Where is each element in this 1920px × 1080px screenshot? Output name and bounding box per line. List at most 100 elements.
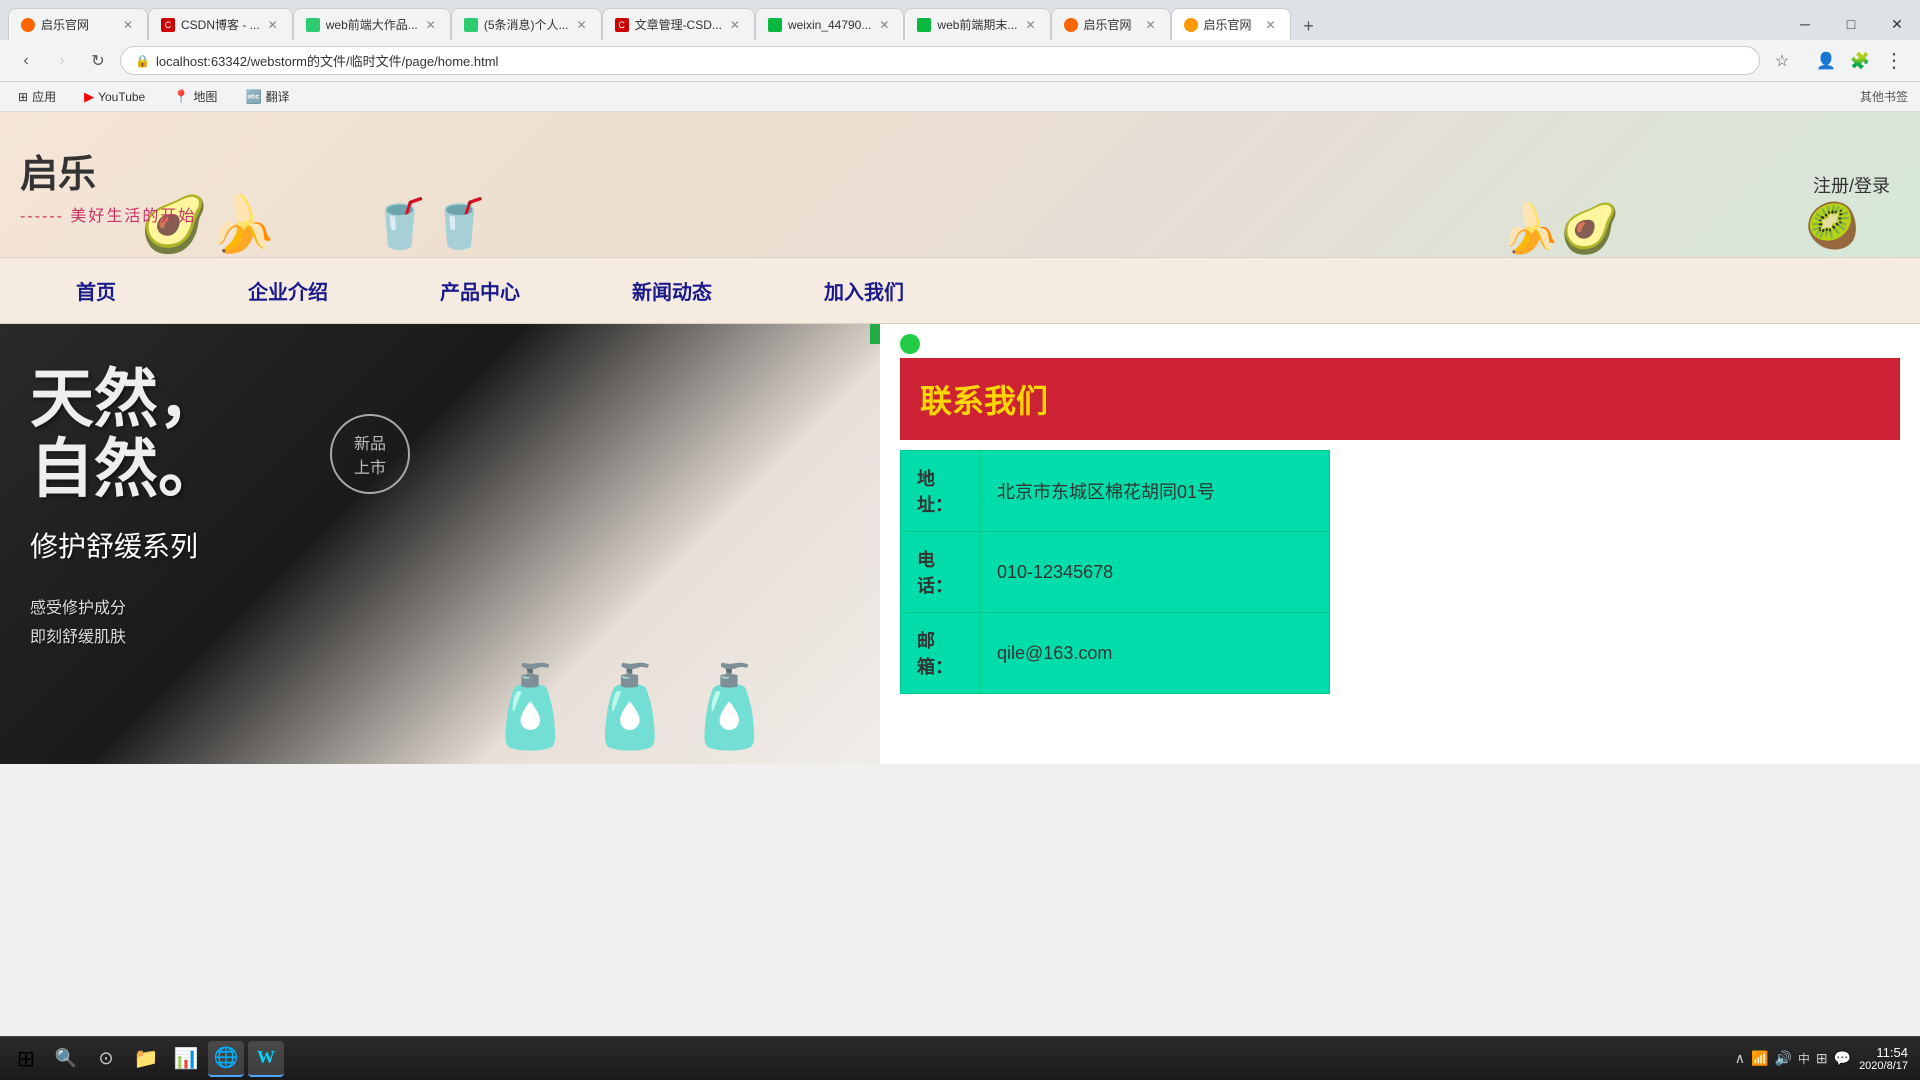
site-logo: 启乐 ------ 美好生活的开始 (20, 143, 196, 226)
tab-2-close[interactable]: ✕ (266, 16, 280, 34)
logo-text: 启乐 (20, 143, 196, 198)
contact-header: 联系我们 (900, 358, 1900, 440)
other-bookmarks[interactable]: 其他书签 (1860, 88, 1908, 105)
tab-1-favicon (21, 18, 35, 32)
tab-4-close[interactable]: ✕ (575, 16, 589, 34)
profile-button[interactable]: 👤 (1812, 47, 1840, 75)
product-bottles: 🧴🧴🧴 (481, 660, 780, 754)
hero-title-line2: 自然。 (30, 433, 222, 505)
volume-icon[interactable]: 🔊 (1774, 1050, 1791, 1067)
tab-6-close[interactable]: ✕ (877, 16, 891, 34)
minimize-button[interactable]: ─ (1782, 8, 1828, 40)
address-box[interactable]: 🔒 localhost:63342/webstorm的文件/临时文件/page/… (120, 46, 1760, 75)
tab-7-close[interactable]: ✕ (1023, 16, 1037, 34)
tab-4-title: (5条消息)个人... (484, 16, 569, 33)
network-icon[interactable]: 📶 (1751, 1050, 1768, 1067)
bookmark-star-button[interactable]: ☆ (1768, 47, 1796, 75)
clock-date: 2020/8/17 (1859, 1060, 1908, 1072)
tab-9-favicon (1184, 18, 1198, 32)
tab-1-title: 启乐官网 (41, 16, 115, 33)
refresh-button[interactable]: ↻ (84, 47, 112, 75)
excel-button[interactable]: 📊 (168, 1041, 204, 1077)
tab-3[interactable]: web前端大作品... ✕ (293, 8, 451, 40)
start-button[interactable]: ⊞ (8, 1041, 44, 1077)
tray-expand-icon[interactable]: ∧ (1735, 1050, 1745, 1067)
hero-title: 天然， 自然。 (30, 364, 222, 505)
tab-7[interactable]: web前端期末... ✕ (904, 8, 1050, 40)
tab-8-favicon (1064, 18, 1078, 32)
taskbar-left: ⊞ 🔍 ⊙ 📁 📊 🌐 W (0, 1041, 292, 1077)
extensions-button[interactable]: 🧩 (1846, 47, 1874, 75)
contact-label-email: 邮箱： (901, 613, 981, 694)
tab-2[interactable]: C CSDN博客 - ... ✕ (148, 8, 293, 40)
forward-button[interactable]: › (48, 47, 76, 75)
file-explorer-button[interactable]: 📁 (128, 1041, 164, 1077)
product-image-area: 🧴🧴🧴 (380, 464, 880, 764)
nav-join[interactable]: 加入我们 (768, 258, 960, 323)
youtube-favicon: ▶ (84, 89, 94, 105)
contact-value-address: 北京市东城区棉花胡同01号 (981, 451, 1330, 532)
page-content: 🥑🍌 🥤🥤 🍌🥑 🥝 启乐 ------ 美好生活的开始 注册/登录 首页 企业… (0, 112, 1920, 764)
bookmarks-bar: ⊞ 应用 ▶ YouTube 📍 地图 🔤 翻译 其他书签 (0, 82, 1920, 112)
header-login[interactable]: 注册/登录 (1813, 172, 1890, 198)
tab-3-title: web前端大作品... (326, 16, 418, 33)
hero-text-area: 天然， 自然。 修护舒缓系列 感受修护成分 即刻舒缓肌肤 (30, 364, 222, 652)
contact-row-email: 邮箱： qile@163.com (901, 613, 1330, 694)
nav-products[interactable]: 产品中心 (384, 258, 576, 323)
tab-3-favicon (306, 18, 320, 32)
bookmark-maps[interactable]: 📍 地图 (167, 86, 223, 107)
tab-9[interactable]: 启乐官网 ✕ (1171, 8, 1291, 40)
nav-list: 首页 企业介绍 产品中心 新闻动态 加入我们 (0, 258, 960, 323)
new-badge-line1: 新品 (354, 430, 386, 454)
contact-info-table: 地址： 北京市东城区棉花胡同01号 电话： 010-12345678 邮箱： q… (900, 450, 1330, 694)
bookmark-youtube[interactable]: ▶ YouTube (78, 87, 151, 107)
tagline-text: 美好生活的开始 (70, 208, 196, 225)
tab-8[interactable]: 启乐官网 ✕ (1051, 8, 1171, 40)
tab-4-favicon (464, 18, 478, 32)
site-header: 🥑🍌 🥤🥤 🍌🥑 🥝 启乐 ------ 美好生活的开始 注册/登录 (0, 112, 1920, 257)
tab-2-title: CSDN博客 - ... (181, 16, 260, 33)
maps-favicon: 📍 (173, 89, 189, 105)
tab-5-favicon: C (615, 18, 629, 32)
new-tab-button[interactable]: + (1295, 12, 1323, 40)
tab-5[interactable]: C 文章管理-CSD... ✕ (602, 8, 755, 40)
tab-9-close[interactable]: ✕ (1263, 16, 1277, 34)
address-bar-row: ‹ › ↻ 🔒 localhost:63342/webstorm的文件/临时文件… (0, 40, 1920, 82)
calendar-icon[interactable]: ⊞ (1816, 1050, 1828, 1067)
login-button-text[interactable]: 注册/登录 (1813, 176, 1890, 196)
main-content: 天然， 自然。 修护舒缓系列 感受修护成分 即刻舒缓肌肤 新品 上市 🧴🧴🧴 (0, 324, 1920, 764)
tab-1[interactable]: 启乐官网 ✕ (8, 8, 148, 40)
kiwi-decoration: 🥝 (1805, 200, 1860, 252)
bookmark-apps[interactable]: ⊞ 应用 (12, 86, 62, 107)
hero-desc-line2: 即刻舒缓肌肤 (30, 629, 126, 646)
search-taskbar-button[interactable]: 🔍 (48, 1041, 84, 1077)
task-view-button[interactable]: ⊙ (88, 1041, 124, 1077)
nav-news[interactable]: 新闻动态 (576, 258, 768, 323)
contact-label-phone: 电话： (901, 532, 981, 613)
tab-4[interactable]: (5条消息)个人... ✕ (451, 8, 602, 40)
chrome-button[interactable]: 🌐 (208, 1041, 244, 1077)
contact-indicator-dot (900, 334, 920, 354)
contact-header-text: 联系我们 (920, 383, 1048, 419)
nav-about[interactable]: 企业介绍 (192, 258, 384, 323)
restore-button[interactable]: □ (1828, 8, 1874, 40)
tab-8-close[interactable]: ✕ (1143, 16, 1157, 34)
youtube-label: YouTube (98, 90, 145, 104)
tab-6[interactable]: weixin_44790... ✕ (755, 8, 904, 40)
tab-7-favicon (917, 18, 931, 32)
system-clock[interactable]: 11:54 2020/8/17 (1859, 1045, 1908, 1072)
ime-icon[interactable]: 中 (1798, 1050, 1810, 1067)
tab-1-close[interactable]: ✕ (121, 16, 135, 34)
notification-icon[interactable]: 💬 (1834, 1050, 1851, 1067)
menu-button[interactable]: ⋮ (1880, 47, 1908, 75)
hero-title-line1: 天然， (30, 363, 222, 435)
tab-3-close[interactable]: ✕ (424, 16, 438, 34)
nav-home[interactable]: 首页 (0, 258, 192, 323)
webstorm-button[interactable]: W (248, 1041, 284, 1077)
tab-5-close[interactable]: ✕ (728, 16, 742, 34)
taskbar-right: ∧ 📶 🔊 中 ⊞ 💬 11:54 2020/8/17 (1723, 1045, 1920, 1072)
back-button[interactable]: ‹ (12, 47, 40, 75)
bookmark-translate[interactable]: 🔤 翻译 (239, 86, 295, 107)
close-button[interactable]: ✕ (1874, 8, 1920, 40)
tab-5-title: 文章管理-CSD... (635, 16, 722, 33)
